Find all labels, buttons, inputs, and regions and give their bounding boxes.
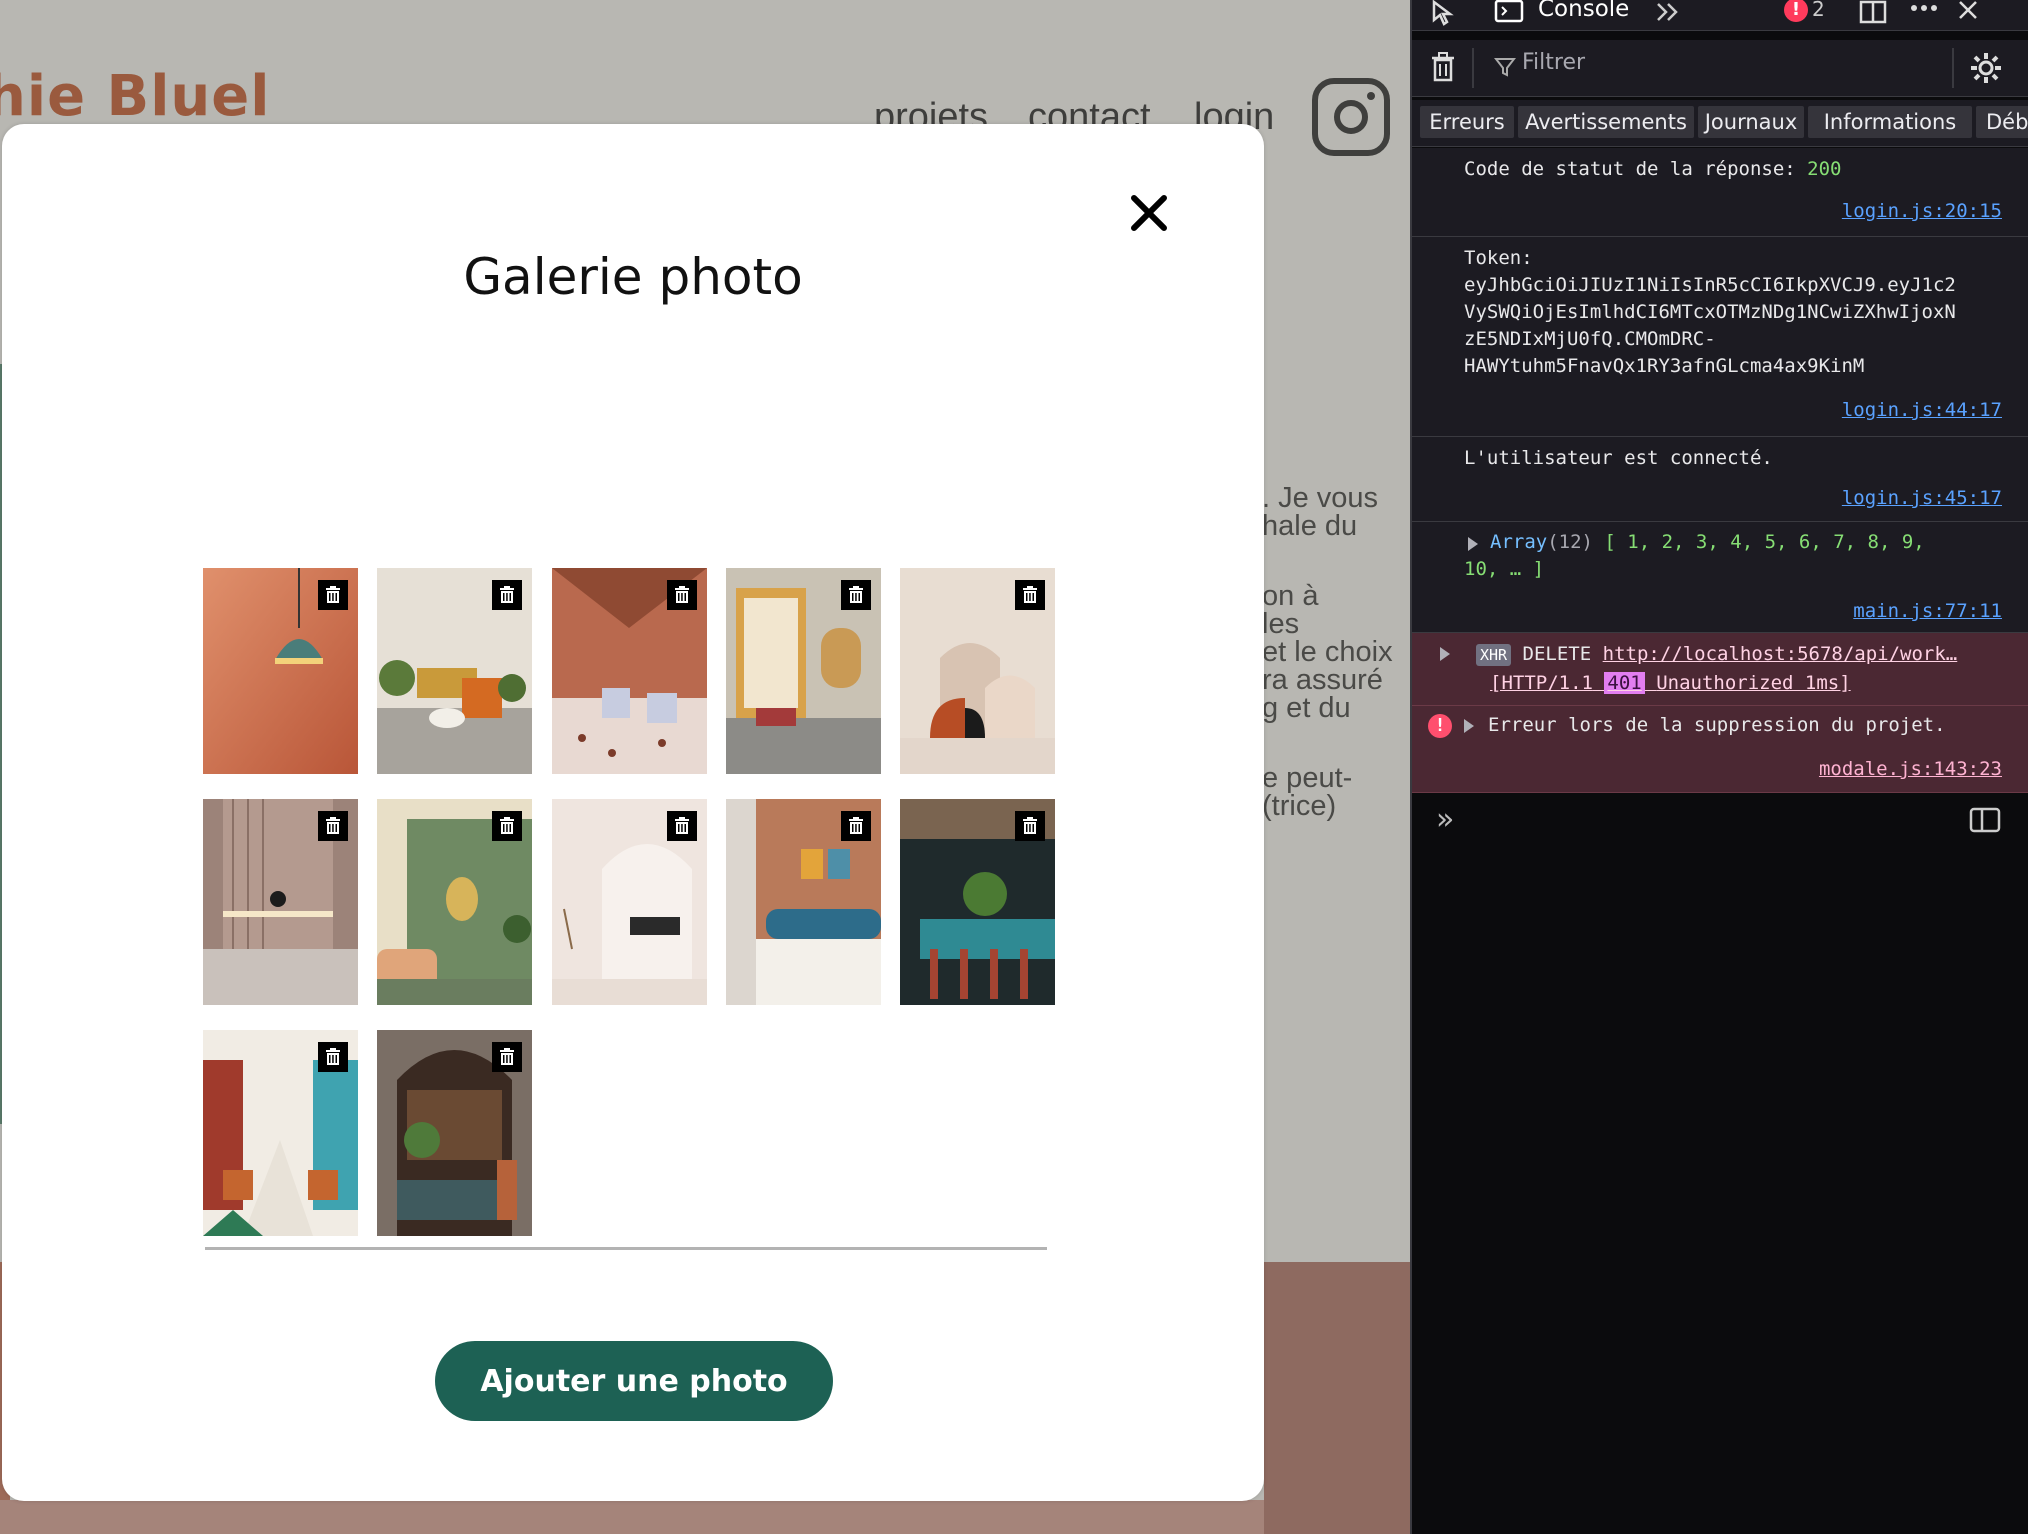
bg-project-image xyxy=(1264,1262,1410,1534)
instagram-icon[interactable] xyxy=(1312,78,1390,156)
bg-text-line: e peut- xyxy=(1262,762,1353,794)
log-source-link[interactable]: login.js:20:15 xyxy=(1842,200,2002,222)
expand-icon[interactable] xyxy=(1440,647,1450,661)
gallery-item xyxy=(552,568,707,774)
modal-divider xyxy=(205,1247,1047,1250)
gallery-item xyxy=(726,799,881,1005)
bg-text-line: les xyxy=(1262,608,1300,640)
console-error-entry: ! Erreur lors de la suppression du proje… xyxy=(1412,706,2028,793)
trash-icon[interactable] xyxy=(841,811,871,841)
dock-icon[interactable] xyxy=(1858,0,1888,24)
error-count-icon: ! xyxy=(1784,0,1808,22)
log-message: HAWYtuhm5FnavQx1RY3afnGLcma4ax9KinM xyxy=(1464,355,1865,377)
devtools-panel: Console ! 2 Filtrer Erreurs Avertissemen… xyxy=(1410,0,2028,1534)
trash-icon[interactable] xyxy=(318,811,348,841)
bg-text-line: ra assuré xyxy=(1262,664,1383,696)
split-console-icon[interactable] xyxy=(1968,806,2002,834)
site-logo: hie Bluel xyxy=(0,64,271,129)
gallery-item xyxy=(203,1030,358,1236)
gallery-item xyxy=(377,799,532,1005)
trash-icon[interactable] xyxy=(492,1042,522,1072)
more-tabs-icon[interactable] xyxy=(1654,0,1684,24)
log-message: Token: xyxy=(1464,247,1533,269)
log-source-link[interactable]: modale.js:143:23 xyxy=(1819,758,2002,780)
tab-debug[interactable]: Déb xyxy=(1976,106,2028,138)
trash-icon[interactable] xyxy=(667,811,697,841)
log-message: eyJhbGciOiJIUzI1NiIsInR5cCI6IkpXVCJ9.eyJ… xyxy=(1464,274,1956,296)
expand-icon[interactable] xyxy=(1464,719,1474,733)
console-filterbar: Filtrer xyxy=(1412,40,2028,97)
console-log-entry: Code de statut de la réponse: 200 login.… xyxy=(1412,148,2028,237)
bg-text-line: g et du xyxy=(1262,692,1351,724)
log-message: Code de statut de la réponse: 200 xyxy=(1464,158,1842,180)
gallery-item xyxy=(203,799,358,1005)
gallery-item xyxy=(377,568,532,774)
log-source-link[interactable]: main.js:77:11 xyxy=(1853,600,2002,622)
log-message: [HTTP/1.1 401 Unauthorized 1ms] xyxy=(1490,672,1851,694)
bg-text-line: . Je vous xyxy=(1262,482,1379,514)
trash-icon[interactable] xyxy=(318,1042,348,1072)
console-log-entry: L'utilisateur est connecté. login.js:45:… xyxy=(1412,437,2028,522)
more-options-icon[interactable] xyxy=(1908,0,1942,20)
gallery-item xyxy=(900,568,1055,774)
log-message: zE5NDIxMjU0fQ.CMOmDRC- xyxy=(1464,328,1716,350)
log-message: 10, … ] xyxy=(1464,558,1545,580)
clear-console-icon[interactable] xyxy=(1428,50,1458,84)
log-message: Array(12) [ 1, 2, 3, 4, 5, 6, 7, 8, 9, xyxy=(1490,531,1925,553)
trash-icon[interactable] xyxy=(492,580,522,610)
bg-text-line: (trice) xyxy=(1262,790,1337,822)
element-picker-icon[interactable] xyxy=(1430,0,1464,26)
modal-title: Galerie photo xyxy=(463,248,803,306)
trash-icon[interactable] xyxy=(1015,580,1045,610)
request-url-link[interactable]: http://localhost:5678/api/work… xyxy=(1603,643,1958,665)
gallery-item xyxy=(900,799,1055,1005)
trash-icon[interactable] xyxy=(667,580,697,610)
filter-icon xyxy=(1494,58,1516,77)
trash-icon[interactable] xyxy=(841,580,871,610)
tab-erreurs[interactable]: Erreurs xyxy=(1420,106,1514,138)
tab-informations[interactable]: Informations xyxy=(1808,106,1972,138)
gallery-item xyxy=(377,1030,532,1236)
error-icon: ! xyxy=(1428,714,1452,738)
filter-input[interactable]: Filtrer xyxy=(1522,50,1585,75)
log-level-tabs: Erreurs Avertissements Journaux Informat… xyxy=(1412,100,2028,147)
console-prompt-icon[interactable]: » xyxy=(1436,802,1454,837)
console-error-entry: XHR DELETE http://localhost:5678/api/wor… xyxy=(1412,633,2028,706)
gallery-modal: Galerie photo Ajouter une photo xyxy=(2,124,1264,1501)
bg-text-line: et le choix xyxy=(1262,636,1393,668)
gallery-item xyxy=(726,568,881,774)
console-log-entry: Array(12) [ 1, 2, 3, 4, 5, 6, 7, 8, 9, 1… xyxy=(1412,522,2028,633)
tab-console[interactable]: Console xyxy=(1538,0,1629,22)
log-message: L'utilisateur est connecté. xyxy=(1464,447,1773,469)
trash-icon[interactable] xyxy=(1015,811,1045,841)
trash-icon[interactable] xyxy=(492,811,522,841)
close-icon[interactable] xyxy=(1128,192,1170,234)
add-photo-button[interactable]: Ajouter une photo xyxy=(435,1341,833,1421)
log-source-link[interactable]: login.js:45:17 xyxy=(1842,487,2002,509)
gallery-item xyxy=(552,799,707,1005)
log-source-link[interactable]: login.js:44:17 xyxy=(1842,399,2002,421)
tab-avertissements[interactable]: Avertissements xyxy=(1518,106,1694,138)
tab-journaux[interactable]: Journaux xyxy=(1698,106,1804,138)
trash-icon[interactable] xyxy=(318,580,348,610)
console-log-entry: Token: eyJhbGciOiJIUzI1NiIsInR5cCI6IkpXV… xyxy=(1412,237,2028,437)
bg-text-line: on à xyxy=(1262,580,1319,612)
log-message: XHR DELETE http://localhost:5678/api/wor… xyxy=(1476,641,1957,668)
error-count: 2 xyxy=(1812,0,1825,21)
log-message: VySWQiOjEsImlhdCI6MTcxOTMzNDg1NCwiZXhwIj… xyxy=(1464,301,1956,323)
bg-text-line: hale du xyxy=(1262,510,1358,542)
console-tab-icon xyxy=(1494,0,1524,23)
devtools-toolbar: Console ! 2 xyxy=(1412,0,2028,31)
gear-icon[interactable] xyxy=(1968,50,2004,86)
bg-project-image xyxy=(0,1500,1264,1534)
close-devtools-icon[interactable] xyxy=(1956,0,1982,24)
gallery-item xyxy=(203,568,358,774)
expand-icon[interactable] xyxy=(1468,537,1478,551)
log-message: Erreur lors de la suppression du projet. xyxy=(1488,714,1946,736)
